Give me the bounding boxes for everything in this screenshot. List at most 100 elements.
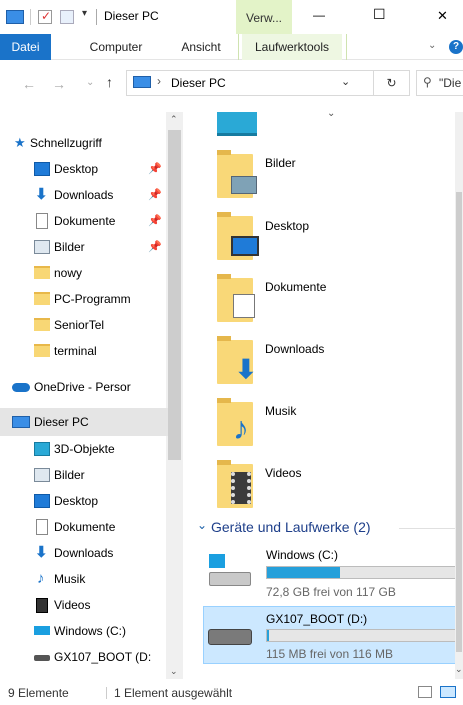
nav-item-dokumente-pc[interactable]: Dokumente (0, 514, 168, 540)
search-placeholder: "Die (439, 76, 462, 90)
nav-scrollbar[interactable]: ⌃ ⌄ (166, 112, 183, 679)
maximize-button[interactable]: ☐ (373, 6, 386, 23)
ribbon-expand-icon[interactable]: ⌄ (428, 40, 436, 51)
nav-item-desktop-pc[interactable]: Desktop (0, 488, 168, 514)
drive-gx107-boot[interactable]: GX107_BOOT (D:) 115 MB frei von 116 MB (203, 606, 463, 664)
3d-objekte-icon[interactable] (217, 112, 257, 136)
folder-downloads[interactable]: ⬇ (217, 336, 265, 384)
folder-label-desktop[interactable]: Desktop (265, 219, 309, 233)
folder-icon (34, 266, 50, 279)
nav-item-windows-c[interactable]: Windows (C:) (0, 618, 168, 644)
navigation-pane: ⌃ ⌄ ★ Schnellzugriff Desktop 📌 ⬇ Downloa… (0, 112, 183, 679)
pin-icon[interactable]: 📌 (148, 182, 162, 208)
refresh-button[interactable]: ↻ (374, 70, 410, 96)
tab-laufwerktools[interactable]: Laufwerktools (242, 34, 342, 60)
nav-item-bilder-pc[interactable]: Bilder (0, 462, 168, 488)
pictures-icon (34, 468, 50, 482)
folder-label-musik[interactable]: Musik (265, 404, 296, 418)
nav-item-seniortel[interactable]: SeniorTel (0, 312, 168, 338)
nav-item-pc-programm[interactable]: PC-Programm (0, 286, 168, 312)
nav-item-terminal[interactable]: terminal (0, 338, 168, 364)
windows-drive-icon (34, 626, 50, 635)
folder-dokumente[interactable] (217, 274, 265, 322)
status-bar: 9 Elemente 1 Element ausgewählt (0, 680, 463, 705)
selection-count: 1 Element ausgewählt (114, 686, 233, 700)
nav-this-pc[interactable]: Dieser PC (0, 408, 168, 436)
drive-usage-bar (266, 566, 459, 579)
pictures-icon (34, 240, 50, 254)
folder-label-downloads[interactable]: Downloads (265, 342, 324, 356)
hard-drive-icon (209, 572, 251, 586)
folder-musik[interactable]: ♪ (217, 398, 265, 446)
windows-logo-icon (209, 554, 225, 568)
nav-item-desktop[interactable]: Desktop 📌 (0, 156, 168, 182)
window-title: Dieser PC (104, 9, 159, 23)
content-pane: ⌄ Bilder Desktop Dokumente ⬇ Downloads ♪… (183, 112, 463, 679)
nav-item-musik[interactable]: ♪ Musik (0, 566, 168, 592)
recent-dropdown-icon[interactable]: ⌄ (86, 77, 94, 88)
nav-item-gx107-boot[interactable]: GX107_BOOT (D: (0, 644, 168, 670)
forward-icon[interactable]: → (52, 76, 66, 92)
document-icon (36, 213, 48, 229)
nav-onedrive[interactable]: OneDrive - Persor (0, 374, 168, 400)
folder-icon (34, 344, 50, 357)
tab-datei[interactable]: Datei (0, 34, 51, 60)
tiles-view-icon[interactable] (440, 686, 456, 698)
desktop-screen-icon (231, 236, 259, 256)
group-header-devices[interactable]: Geräte und Laufwerke (2) (211, 519, 371, 535)
pin-icon[interactable]: 📌 (148, 156, 162, 182)
details-view-icon[interactable] (418, 686, 432, 698)
desktop-icon (34, 494, 50, 508)
properties-icon[interactable]: ✓ (38, 9, 52, 24)
tab-ansicht[interactable]: Ansicht (172, 34, 230, 60)
music-note-icon: ♪ (37, 570, 45, 587)
folder-bilder[interactable] (217, 150, 265, 198)
nav-quick-access[interactable]: ★ Schnellzugriff (0, 130, 168, 156)
nav-item-downloads-pc[interactable]: ⬇ Downloads (0, 540, 168, 566)
folder-videos[interactable] (217, 460, 265, 508)
folder-label-bilder[interactable]: Bilder (265, 156, 296, 170)
item-count: 9 Elemente (8, 686, 69, 700)
drive-name: GX107_BOOT (D:) (266, 612, 368, 626)
context-tab-label: Verw... (246, 11, 283, 25)
drive-usage-bar (266, 629, 456, 642)
tab-computer[interactable]: Computer (82, 34, 150, 60)
pin-icon[interactable]: 📌 (148, 234, 162, 260)
drive-free-space: 115 MB frei von 116 MB (266, 647, 393, 661)
drive-windows-c[interactable]: Windows (C:) 72,8 GB frei von 117 GB (203, 544, 459, 600)
drive-name: Windows (C:) (266, 548, 339, 562)
nav-item-videos[interactable]: Videos (0, 592, 168, 618)
help-icon[interactable]: ? (449, 40, 463, 54)
nav-item-dokumente[interactable]: Dokumente 📌 (0, 208, 168, 234)
group-collapse-icon[interactable]: ⌄ (197, 518, 207, 532)
nav-item-nowy[interactable]: nowy (0, 260, 168, 286)
pin-icon[interactable]: 📌 (148, 208, 162, 234)
music-note-icon: ♪ (233, 410, 249, 446)
folder-desktop[interactable] (217, 212, 265, 260)
up-icon[interactable]: ↑ (106, 74, 113, 90)
film-strip-icon (231, 472, 251, 504)
download-arrow-icon: ⬇ (35, 544, 48, 561)
folder-label-videos[interactable]: Videos (265, 466, 301, 480)
back-icon[interactable]: ← (22, 76, 36, 92)
close-button[interactable]: ✕ (437, 8, 448, 24)
content-scrollbar[interactable]: ⌄ (455, 112, 463, 679)
cloud-icon (12, 383, 30, 392)
address-bar[interactable]: › Dieser PC ⌄ (126, 70, 374, 96)
search-box[interactable]: ⚲ "Die (416, 70, 463, 96)
explorer-app-icon[interactable] (6, 10, 24, 24)
nav-scrollbar-thumb[interactable] (168, 130, 181, 460)
pc-icon (133, 76, 151, 88)
nav-item-3d-objekte[interactable]: 3D-Objekte (0, 436, 168, 462)
nav-item-bilder[interactable]: Bilder 📌 (0, 234, 168, 260)
new-folder-icon[interactable] (60, 10, 74, 24)
minimize-button[interactable]: — (313, 8, 325, 22)
breadcrumb-path[interactable]: Dieser PC (171, 76, 226, 90)
nav-item-downloads[interactable]: ⬇ Downloads 📌 (0, 182, 168, 208)
content-scrollbar-thumb[interactable] (456, 192, 462, 652)
address-dropdown-icon[interactable]: ⌄ (341, 75, 350, 88)
folder-label-dokumente[interactable]: Dokumente (265, 280, 326, 294)
address-row: ← → ⌄ ↑ › Dieser PC ⌄ ↻ ⚲ "Die (0, 60, 463, 112)
customize-qat-icon[interactable]: ▾ (82, 8, 87, 19)
drive-usage-fill (267, 567, 340, 578)
